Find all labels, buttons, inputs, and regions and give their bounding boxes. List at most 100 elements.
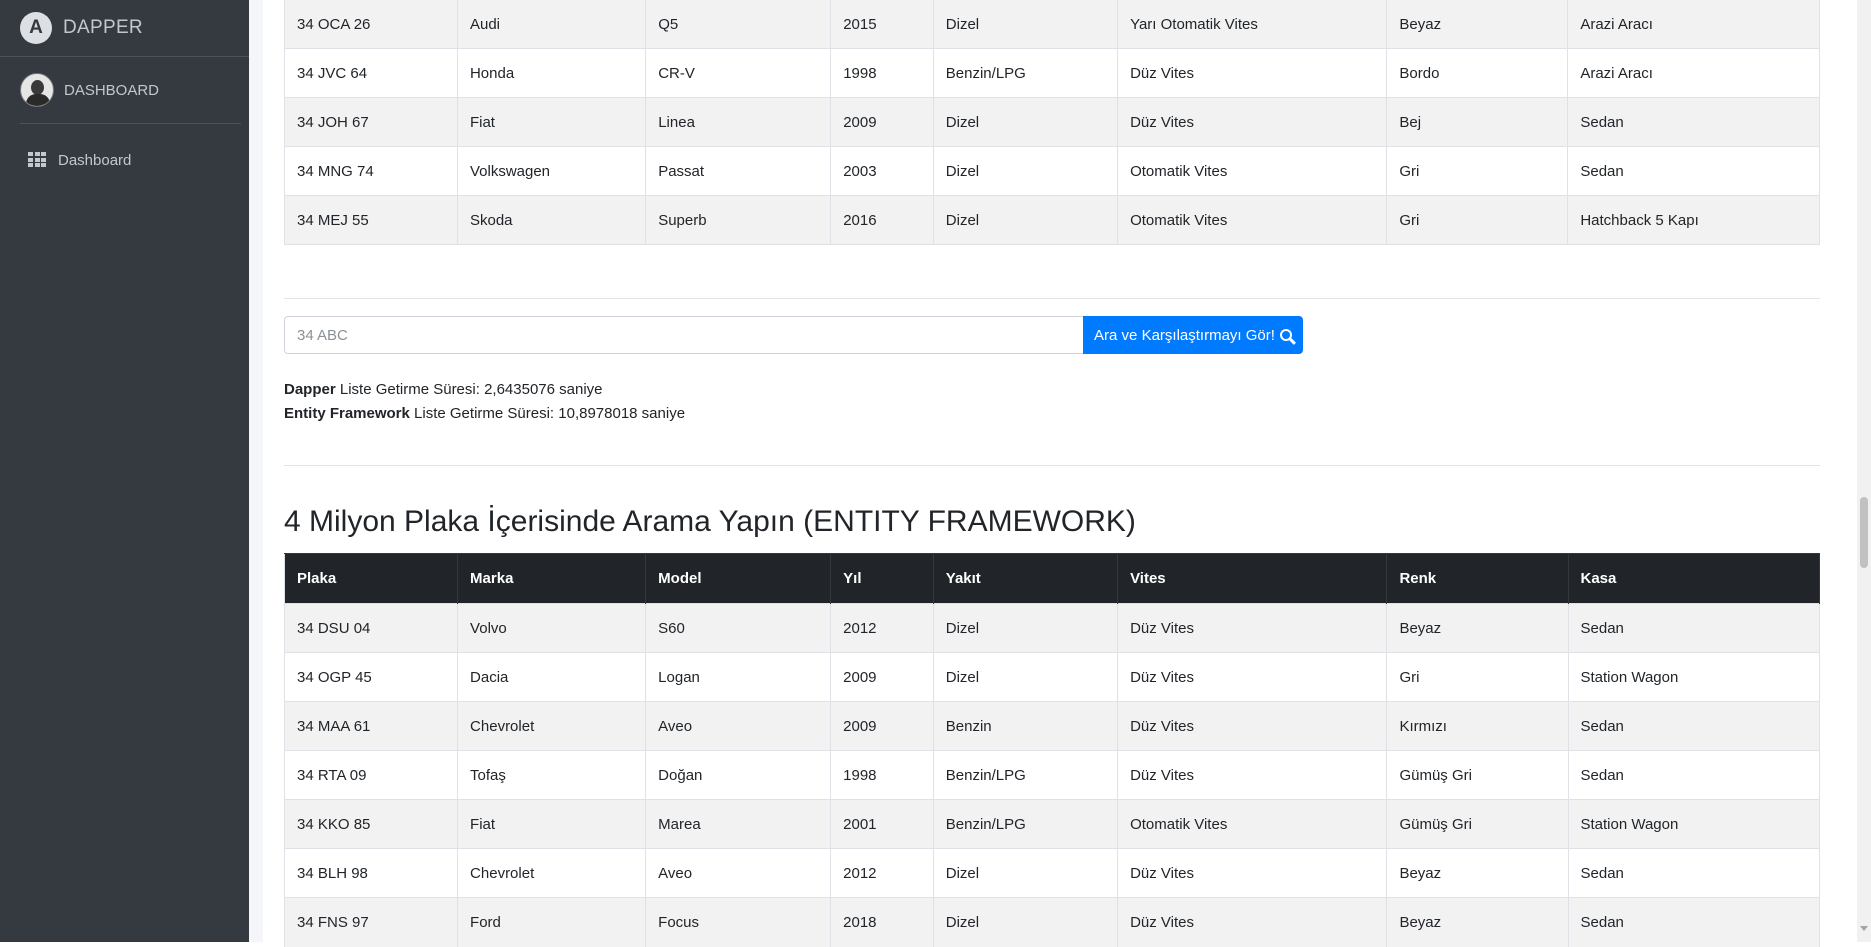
table-cell: Otomatik Vites [1117,195,1388,245]
table-row: 34 RTA 09 Tofaş Doğan 1998 Benzin/LPG Düz Vit… [283,750,1820,800]
table-cell: Honda [457,48,647,98]
table-row: 34 BLH 98 Chevrolet Aveo 2012 Dizel Düz Vites… [283,848,1820,898]
table-cell: Yarı Otomatik Vites [1117,0,1388,49]
table-cell: Fiat [457,97,647,147]
table-row: 34 FNS 97 Ford Focus 2018 Dizel Düz Vites Beya… [283,897,1820,947]
table-cell: Sedan [1568,750,1820,800]
table-cell: Volvo [457,603,647,653]
table-cell: 2003 [830,146,934,196]
table-cell: 1998 [830,48,934,98]
user-name-link[interactable]: DASHBOARD [64,82,159,99]
table-cell: Benzin/LPG [933,750,1119,800]
scroll-down-arrow-icon[interactable] [1860,926,1868,931]
table-cell: 34 BLH 98 [283,848,459,898]
table-cell: Chevrolet [457,848,647,898]
table-cell: 2016 [830,195,934,245]
table-cell: 34 KKO 85 [283,799,459,849]
table-cell: CR-V [645,48,832,98]
table-cell: Benzin [933,701,1119,751]
table-cell: Sedan [1567,146,1820,196]
table-cell: Dizel [933,195,1119,245]
table-row: 34 MEJ 55 Skoda Superb 2016 Dizel Otomatik Vi… [284,195,1820,245]
th-grid-icon [28,152,46,168]
table-cell: S60 [645,603,832,653]
plate-search-input[interactable] [284,316,1084,354]
user-panel[interactable]: DASHBOARD [20,73,159,107]
column-header: Kasa [1568,553,1820,604]
brand-link[interactable]: A DAPPER [20,10,143,46]
table-cell: Arazi Aracı [1567,48,1820,98]
table-cell: Gri [1386,146,1569,196]
table-cell: 2012 [830,848,934,898]
table-cell: 34 MAA 61 [283,701,459,751]
table-cell: Dizel [933,97,1119,147]
search-icon [1279,329,1292,341]
table-cell: Bordo [1386,48,1569,98]
table-cell: Sedan [1568,701,1820,751]
column-header: Renk [1386,553,1569,604]
section-title: 4 Milyon Plaka İçerisinde Arama Yapın (E… [284,505,1136,538]
table-cell: Beyaz [1386,0,1569,49]
table-cell: Benzin/LPG [933,799,1119,849]
column-header: Yakıt [933,553,1119,604]
sidebar-divider [0,56,249,57]
table-cell: Dizel [933,652,1119,702]
table-header-row: Plaka Marka Model Yıl Yakıt Vites Renk Kasa [283,553,1820,604]
table-cell: Düz Vites [1117,848,1388,898]
column-header: Plaka [283,553,459,604]
table-cell: Düz Vites [1117,603,1388,653]
table-cell: Gri [1386,195,1569,245]
table-cell: 34 JVC 64 [284,48,458,98]
table-cell: Benzin/LPG [933,48,1119,98]
ef-results-table: Plaka Marka Model Yıl Yakıt Vites Renk Kasa 34 … [283,553,1820,947]
table-cell: Focus [645,897,832,947]
table-cell: Hatchback 5 Kapı [1567,195,1820,245]
table-cell: Aveo [645,848,832,898]
table-row: 34 KKO 85 Fiat Marea 2001 Benzin/LPG Otomatik… [283,799,1820,849]
table-cell: Passat [645,146,832,196]
table-row: 34 OCA 26 Audi Q5 2015 Dizel Yarı Otomatik Vi… [284,0,1820,49]
table-cell: 2009 [830,97,934,147]
table-cell: Dizel [933,0,1119,49]
table-cell: Station Wagon [1568,652,1820,702]
search-compare-button[interactable]: Ara ve Karşılaştırmayı Gör! [1083,316,1303,354]
page-scrollbar[interactable] [1857,0,1871,942]
sidebar-item-label: Dashboard [58,151,132,169]
table-cell: Ford [457,897,647,947]
sidebar-item-dashboard[interactable]: Dashboard [20,146,240,174]
dapper-results-table: 34 OCA 26 Audi Q5 2015 Dizel Yarı Otomatik Vi… [284,0,1820,245]
table-cell: Volkswagen [457,146,647,196]
table-cell: 2009 [830,652,934,702]
table-cell: Sedan [1567,97,1820,147]
table-cell: Düz Vites [1117,48,1388,98]
table-cell: Gümüş Gri [1386,799,1569,849]
table-row: 34 JVC 64 Honda CR-V 1998 Benzin/LPG Düz Vite… [284,48,1820,98]
table-cell: Superb [645,195,832,245]
table-cell: Doğan [645,750,832,800]
ef-timing: Entity Framework Liste Getirme Süresi: 1… [284,405,686,422]
brand-text: DAPPER [63,17,143,38]
table-cell: 34 MNG 74 [284,146,458,196]
table-cell: Dizel [933,848,1119,898]
table-cell: 34 JOH 67 [284,97,458,147]
table-cell: Dizel [933,897,1119,947]
column-header: Model [645,553,832,604]
table-cell: 34 FNS 97 [283,897,459,947]
table-cell: Dizel [933,603,1119,653]
brand-logo-icon: A [20,12,52,44]
table-cell: Kırmızı [1386,701,1569,751]
table-cell: Gümüş Gri [1386,750,1569,800]
table-cell: 34 OGP 45 [283,652,459,702]
table-cell: Düz Vites [1117,97,1388,147]
table-cell: Bej [1386,97,1569,147]
scrollbar-thumb[interactable] [1860,497,1868,568]
table-cell: 2009 [830,701,934,751]
search-button-label: Ara ve Karşılaştırmayı Gör! [1094,326,1275,344]
table-cell: Beyaz [1386,848,1569,898]
table-cell: Sedan [1568,897,1820,947]
table-cell: 34 OCA 26 [284,0,458,49]
table-cell: Station Wagon [1568,799,1820,849]
table-cell: Logan [645,652,832,702]
column-header: Yıl [830,553,934,604]
table-cell: Sedan [1568,603,1820,653]
